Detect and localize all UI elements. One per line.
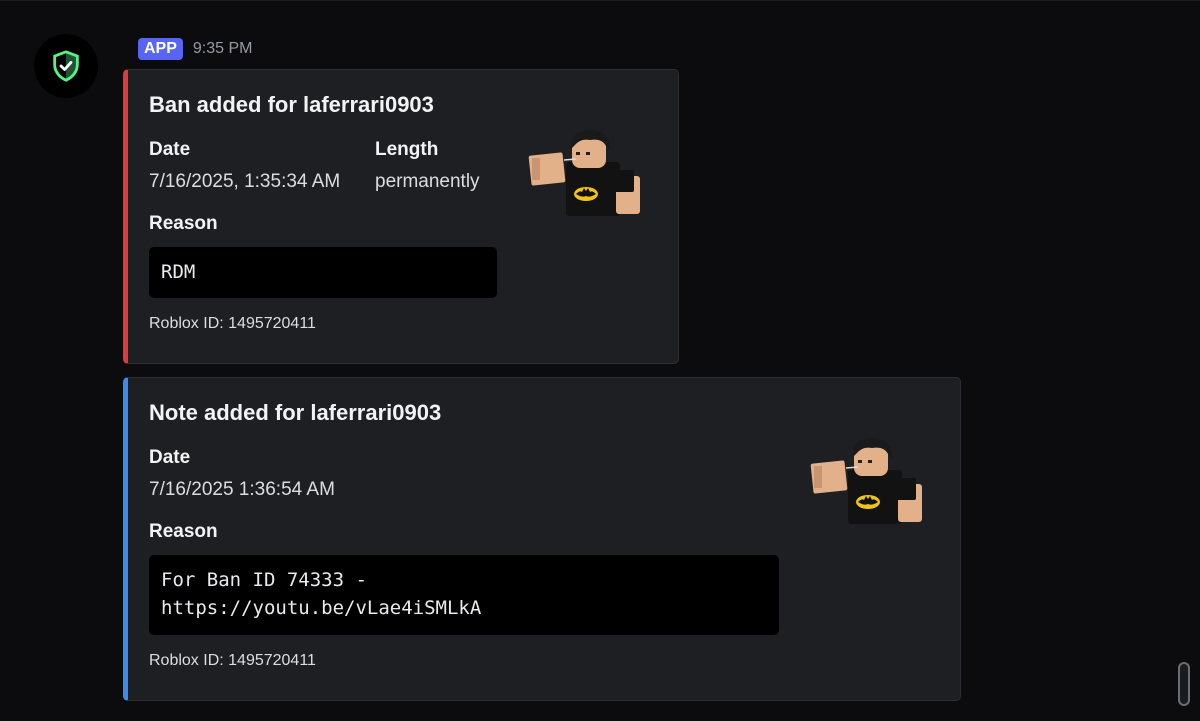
app-badge: APP	[138, 38, 183, 60]
embed-title: Ban added for laferrari0903	[149, 92, 434, 117]
reason-field-label: Reason	[149, 521, 218, 542]
date-field-value: 7/16/2025 1:36:54 AM	[149, 479, 335, 500]
date-field-label: Date	[149, 447, 191, 468]
date-field-label: Date	[149, 139, 191, 160]
length-field-value: permanently	[375, 171, 480, 192]
ban-embed: Ban added for laferrari0903 Date 7/16/20…	[123, 69, 679, 364]
note-embed: Note added for laferrari0903 Date 7/16/2…	[123, 377, 961, 701]
divider	[0, 0, 1200, 1]
embed-title: Note added for laferrari0903	[149, 400, 442, 425]
reason-code-block[interactable]: RDM	[149, 247, 497, 298]
embed-footer: Roblox ID: 1495720411	[149, 315, 316, 332]
reason-code-block[interactable]: For Ban ID 74333 - https://youtu.be/vLae…	[149, 555, 779, 635]
length-field-label: Length	[375, 139, 439, 160]
date-field-value: 7/16/2025, 1:35:34 AM	[149, 171, 341, 192]
embed-footer: Roblox ID: 1495720411	[149, 652, 316, 669]
scrollbar-thumb[interactable]	[1178, 662, 1190, 706]
message-header: APP 9:35 PM	[124, 36, 253, 62]
reason-field-label: Reason	[149, 213, 218, 234]
bot-avatar[interactable]	[34, 34, 98, 98]
roblox-avatar-thumbnail[interactable]	[806, 436, 942, 532]
roblox-avatar-thumbnail[interactable]	[524, 128, 660, 224]
timestamp[interactable]: 9:35 PM	[193, 40, 253, 58]
shield-check-icon	[53, 50, 79, 82]
